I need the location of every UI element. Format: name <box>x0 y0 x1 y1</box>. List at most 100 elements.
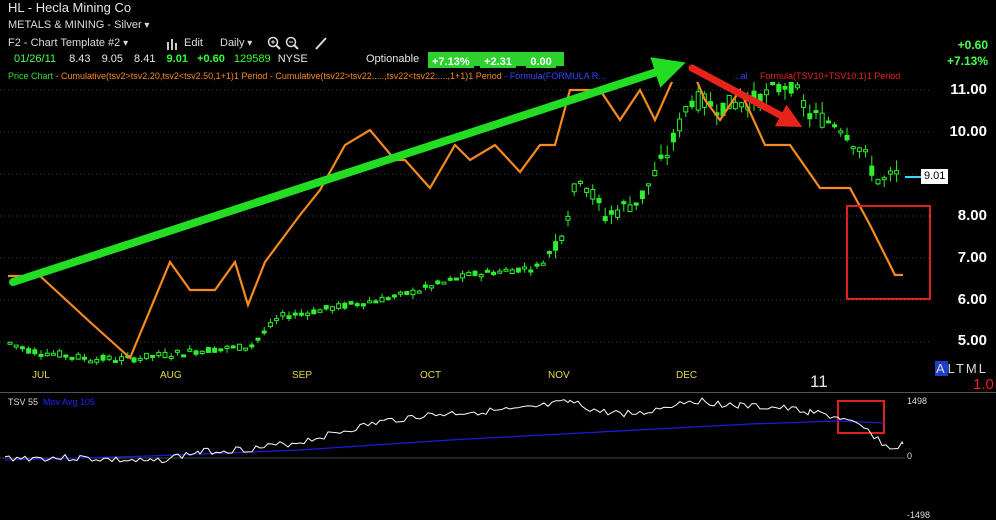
candle-body <box>205 346 211 353</box>
study-cumulative-1[interactable]: Cumulative(tsv2>tsv2.20,tsv2<tsv2.50,1+1… <box>61 71 267 81</box>
studies-legend: Price Chart - Cumulative(tsv2>tsv2.20,ts… <box>8 71 606 81</box>
moving-average-line <box>4 420 885 461</box>
period-dropdown[interactable]: Daily <box>220 37 252 49</box>
candle-body <box>398 291 404 295</box>
candle-body <box>757 93 763 108</box>
x-label-dec: DEC <box>676 370 698 381</box>
candle-body <box>596 198 602 204</box>
candle-body <box>751 90 757 104</box>
tsv-indicator-chart[interactable] <box>0 392 996 519</box>
candle-body <box>385 297 391 301</box>
candlestick-series <box>7 82 900 366</box>
candle-body <box>50 352 56 356</box>
candle-body <box>360 303 366 307</box>
candle-body <box>670 132 676 143</box>
candle-body <box>137 357 143 361</box>
industry-dropdown[interactable]: METALS & MINING - Silver <box>8 19 149 31</box>
candle-body <box>447 277 453 281</box>
candle-body <box>534 263 540 267</box>
scale-btn-m[interactable]: M <box>966 361 979 376</box>
candle-body <box>32 349 38 355</box>
candle-body <box>794 84 800 89</box>
candle-body <box>342 302 348 309</box>
candle-body <box>658 154 664 159</box>
candle-body <box>44 352 50 357</box>
chart-header: HL - Hecla Mining Co METALS & MINING - S… <box>0 0 996 68</box>
candle-body <box>652 170 658 177</box>
zoom-in-icon[interactable] <box>267 36 281 50</box>
candle-body <box>739 102 745 108</box>
candle-body <box>770 82 776 85</box>
quote-high: 9.05 <box>101 53 123 65</box>
candle-body <box>230 345 236 349</box>
candle-body <box>26 348 32 354</box>
y-label-8: 8.00 <box>957 207 987 224</box>
candle-body <box>373 300 379 304</box>
study-cumulative-2[interactable]: Cumulative(tsv22>tsv22.....,tsv22<tsv22.… <box>275 71 501 81</box>
candle-body <box>106 355 112 360</box>
candle-body <box>782 86 788 90</box>
candle-body <box>819 112 825 128</box>
candle-body <box>850 146 856 150</box>
candle-body <box>509 269 515 275</box>
candle-body <box>168 355 174 359</box>
study-formula-r-tail: ...al <box>733 71 748 81</box>
study-formula-r[interactable]: Formula(FORMULA R... <box>510 71 606 81</box>
header-change-abs: +0.60 <box>957 38 988 52</box>
candle-body <box>63 354 69 358</box>
candle-body <box>553 241 559 251</box>
candle-body <box>590 189 596 200</box>
candle-body <box>156 352 162 357</box>
draw-tool-icon[interactable] <box>314 36 328 50</box>
industry-label: METALS & MINING - Silver <box>8 19 142 31</box>
candle-body <box>143 352 149 360</box>
candle-body <box>131 357 137 363</box>
candle-body <box>7 341 13 345</box>
quote-low: 8.41 <box>134 53 156 65</box>
template-dropdown[interactable]: F2 - Chart Template #2 <box>8 37 128 49</box>
x-label-oct: OCT <box>420 370 442 381</box>
candle-body <box>788 82 794 94</box>
cumulative-line <box>8 82 903 360</box>
candle-body <box>460 273 466 279</box>
candle-body <box>57 350 63 358</box>
candle-body <box>608 210 614 215</box>
candle-body <box>292 312 298 316</box>
candle-body <box>540 262 546 266</box>
scale-btn-a[interactable]: A <box>935 361 948 376</box>
quote-badge: +7.13% +2.31 0.00 <box>428 52 564 68</box>
scale-value: 1.0 <box>973 376 994 393</box>
price-chart[interactable] <box>0 82 996 392</box>
bar-chart-icon[interactable] <box>166 38 180 50</box>
quote-close: 9.01 <box>166 53 188 65</box>
scale-btn-t[interactable]: T <box>956 361 966 376</box>
x-label-nov: NOV <box>548 370 570 381</box>
symbol-title[interactable]: HL - Hecla Mining Co <box>8 0 131 15</box>
badge-val: 0.00 <box>526 56 556 68</box>
candle-body <box>813 110 819 114</box>
year-label: 11 <box>810 372 828 391</box>
candle-body <box>323 305 329 310</box>
scale-btn-l2[interactable]: L <box>979 361 988 376</box>
candle-body <box>255 337 261 341</box>
candle-body <box>119 356 125 362</box>
candle-body <box>844 134 850 141</box>
candle-body <box>807 113 813 120</box>
quote-date: 01/26/11 <box>14 53 57 65</box>
y-label-7: 7.00 <box>957 249 987 266</box>
edit-button[interactable]: Edit <box>184 37 203 49</box>
candle-body <box>491 271 497 276</box>
candle-body <box>863 149 869 153</box>
candle-body <box>497 270 503 274</box>
scale-btn-l[interactable]: L <box>948 361 956 376</box>
candle-body <box>410 289 416 296</box>
candle-body <box>336 303 342 309</box>
study-price-chart[interactable]: Price Chart <box>8 71 53 81</box>
zoom-out-icon[interactable] <box>285 36 299 50</box>
study-formula-tsv[interactable]: Formula(TSV10+TSV10.1)1 Period <box>760 71 900 81</box>
candle-body <box>577 180 583 184</box>
candle-body <box>181 354 187 358</box>
candle-body <box>88 360 94 364</box>
candle-body <box>832 124 838 128</box>
candle-body <box>435 280 441 285</box>
